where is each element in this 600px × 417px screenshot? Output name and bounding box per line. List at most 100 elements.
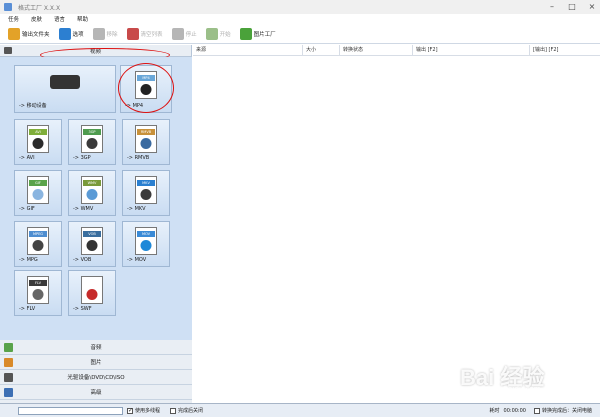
- status-bar: 使用多线程 完成后关闭 耗时 00:00:00 转换完成后：关闭电脑: [0, 403, 600, 417]
- film-reel-icon: [140, 189, 152, 200]
- toolbar-button-1[interactable]: 选项: [57, 26, 86, 42]
- format-tile-label: -> GIF: [19, 206, 35, 212]
- format-tag: 3GP: [83, 129, 101, 135]
- menu-language[interactable]: 语言: [54, 15, 65, 23]
- format-tile-label: -> AVI: [19, 155, 35, 161]
- menu-help[interactable]: 帮助: [77, 15, 88, 23]
- format-file-icon: GIF: [27, 176, 49, 204]
- menu-skin[interactable]: 皮肤: [31, 15, 42, 23]
- format-tile[interactable]: FLV -> FLV: [14, 270, 62, 316]
- col-size[interactable]: 大小: [303, 45, 340, 55]
- stop-icon: [171, 27, 184, 40]
- elapsed-label: 耗时: [489, 408, 500, 414]
- folder-icon: [8, 27, 20, 40]
- format-tag: MOV: [137, 231, 155, 237]
- toolbar-button-3[interactable]: 清空列表: [125, 26, 165, 42]
- window-title: 格式工厂 X.X.X: [18, 4, 61, 12]
- film-reel-icon: [86, 138, 98, 149]
- remove-icon: [92, 27, 105, 40]
- after-complete-option[interactable]: 转换完成后：关闭电脑: [533, 407, 592, 414]
- format-tile[interactable]: AVI -> AVI: [14, 119, 62, 165]
- format-tile[interactable]: 3GP -> 3GP: [68, 119, 116, 165]
- multithread-checkbox[interactable]: 使用多线程: [127, 407, 160, 414]
- format-tile-label: -> WMV: [73, 206, 94, 212]
- format-tag: VOB: [83, 231, 101, 237]
- film-reel-icon: [32, 138, 44, 149]
- format-file-icon: RMVB: [135, 125, 157, 153]
- format-file-icon: [81, 276, 103, 304]
- progress-bar: [18, 406, 123, 415]
- task-list-panel: 来源 大小 转换状态 输出 [F2] [输出] [F2]: [193, 45, 600, 403]
- close-icon[interactable]: ×: [588, 3, 596, 11]
- toolbar: 输出文件夹 选项 移除 清空列表 停止 开始 图片工厂: [0, 24, 600, 44]
- col-status[interactable]: 转换状态: [340, 45, 413, 55]
- format-file-icon: VOB: [81, 227, 103, 255]
- format-tile-label: -> RMVB: [127, 155, 150, 161]
- after-complete-checkbox[interactable]: [533, 407, 540, 414]
- after-complete-label: 转换完成后：关闭电脑: [541, 408, 592, 414]
- category-item[interactable]: 高级: [0, 385, 192, 400]
- toolbar-button-label: 清空列表: [140, 31, 163, 38]
- format-tag: FLV: [29, 280, 47, 286]
- window-controls: – □ ×: [548, 3, 596, 11]
- image-icon: [4, 358, 13, 367]
- toolbar-button-label: 停止: [185, 31, 197, 38]
- menu-task[interactable]: 任务: [8, 15, 19, 23]
- format-tag: AVI: [29, 129, 47, 135]
- category-item[interactable]: 音频: [0, 340, 192, 355]
- format-tile[interactable]: WMV -> WMV: [68, 170, 116, 216]
- toolbar-button-2[interactable]: 移除: [91, 26, 120, 42]
- format-file-icon: AVI: [27, 125, 49, 153]
- elapsed-time: 00:00:00: [503, 407, 526, 414]
- close-after-checkbox-box[interactable]: [170, 407, 177, 414]
- minimize-icon[interactable]: –: [548, 3, 556, 11]
- col-output[interactable]: 输出 [F2]: [413, 45, 530, 55]
- toolbar-button-5[interactable]: 开始: [204, 26, 233, 42]
- format-tag: RMVB: [137, 129, 155, 135]
- col-output-2[interactable]: [输出] [F2]: [530, 45, 600, 55]
- category-item[interactable]: 光驱设备\DVD\CD\ISO: [0, 370, 192, 385]
- format-tile-label: -> MPG: [19, 257, 38, 263]
- format-file-icon: [45, 71, 85, 99]
- format-tile[interactable]: MKV -> MKV: [122, 170, 170, 216]
- multithread-checkbox-box[interactable]: [127, 407, 133, 414]
- format-tile[interactable]: VOB -> VOB: [68, 221, 116, 267]
- category-item-label: 高级: [90, 390, 102, 396]
- close-after-checkbox[interactable]: 完成后关闭: [170, 407, 203, 414]
- category-item[interactable]: 图片: [0, 355, 192, 370]
- format-file-icon: MPEG: [27, 227, 49, 255]
- format-file-icon: MOV: [135, 227, 157, 255]
- close-after-label: 完成后关闭: [178, 408, 204, 414]
- toolbar-button-label: 选项: [72, 31, 84, 38]
- multithread-label: 使用多线程: [135, 408, 161, 414]
- col-source[interactable]: 来源: [193, 45, 303, 55]
- audio-icon: [4, 343, 13, 352]
- format-tile[interactable]: RMVB -> RMVB: [122, 119, 170, 165]
- toolbar-button-0[interactable]: 输出文件夹: [6, 26, 52, 42]
- maximize-icon[interactable]: □: [568, 3, 576, 11]
- film-reel-icon: [32, 289, 44, 300]
- film-reel-icon: [86, 189, 98, 200]
- format-tile[interactable]: MPEG -> MPG: [14, 221, 62, 267]
- format-tile[interactable]: GIF -> GIF: [14, 170, 62, 216]
- format-tile-label: -> 3GP: [73, 155, 91, 161]
- collapse-icon[interactable]: [4, 47, 12, 54]
- clear-list-icon: [126, 27, 139, 40]
- film-reel-icon: [32, 189, 44, 200]
- format-tile[interactable]: -> 移动设备: [14, 65, 116, 113]
- format-file-icon: WMV: [81, 176, 103, 204]
- category-list: 音频图片 光驱设备\DVD\CD\ISO 高级: [0, 340, 192, 403]
- format-tile-label: -> SWF: [73, 306, 92, 312]
- category-item-label: 音频: [90, 345, 102, 351]
- film-reel-icon: [140, 240, 152, 251]
- toolbar-button-6[interactable]: 图片工厂: [238, 26, 278, 42]
- format-tile[interactable]: MOV -> MOV: [122, 221, 170, 267]
- format-file-icon: FLV: [27, 276, 49, 304]
- film-reel-icon: [50, 75, 80, 89]
- toolbar-button-4[interactable]: 停止: [170, 26, 199, 42]
- format-file-icon: MKV: [135, 176, 157, 204]
- format-tile[interactable]: -> SWF: [68, 270, 116, 316]
- toolbar-button-label: 输出文件夹: [22, 31, 50, 38]
- baidu-watermark-url: jingyan.baidu.com: [476, 385, 541, 393]
- film-reel-icon: [32, 240, 44, 251]
